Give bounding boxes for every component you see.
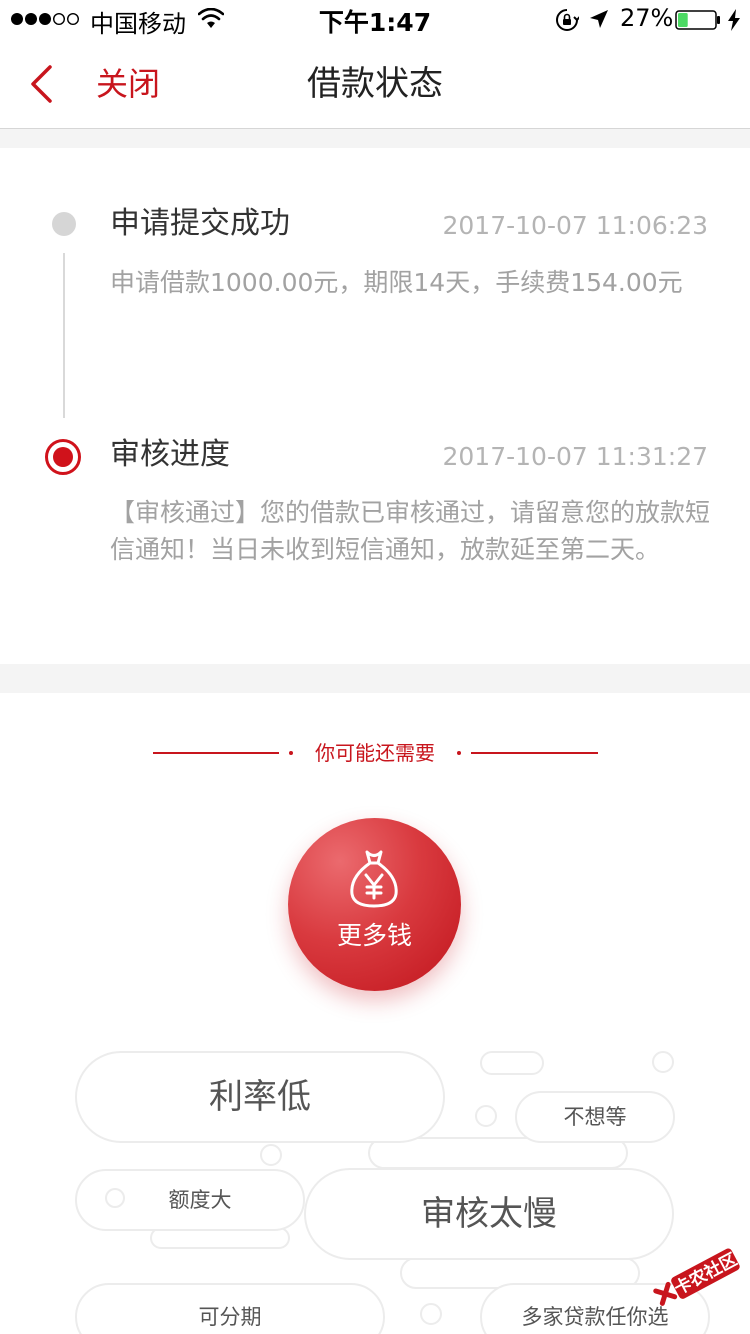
- battery-icon: [675, 10, 720, 30]
- recommend-section: 你可能还需要 更多钱 利率低 不想等 额度大 审核太慢 可分期 多家贷款任你选: [0, 693, 750, 1334]
- navigation-bar: 关闭 借款状态: [0, 40, 750, 129]
- page-title: 借款状态: [307, 64, 443, 104]
- loan-status-timeline: 申请提交成功 2017-10-07 11:06:23 申请借款1000.00元，…: [0, 148, 750, 664]
- timeline-dot-active: [45, 439, 81, 475]
- decor-bubble: [652, 1051, 674, 1073]
- decor-bubble: [475, 1105, 497, 1127]
- tag-no-waiting[interactable]: 不想等: [515, 1091, 675, 1143]
- more-money-label: 更多钱: [336, 921, 412, 950]
- timeline-step-time: 2017-10-07 11:06:23: [442, 211, 708, 240]
- community-watermark-logo: 卡农社区: [653, 1248, 741, 1306]
- decor-bubble: [105, 1188, 125, 1208]
- heading-divider-right: [471, 752, 598, 754]
- recommend-heading: 你可能还需要: [315, 741, 435, 765]
- charging-bolt-icon: [728, 9, 740, 31]
- timeline-step-description: 【审核通过】您的借款已审核通过，请留意您的放款短信通知！当日未收到短信通知，放款…: [110, 498, 711, 564]
- timeline-step-title: 审核进度: [110, 437, 230, 472]
- tag-low-interest[interactable]: 利率低: [75, 1051, 445, 1143]
- timeline-step-time: 2017-10-07 11:31:27: [442, 442, 708, 471]
- decor-bubble: [260, 1144, 282, 1166]
- decor-bubble: [480, 1051, 544, 1075]
- battery-percentage: 27%: [620, 4, 674, 32]
- heading-dot: [457, 751, 461, 755]
- timeline-connector: [63, 253, 65, 418]
- status-bar: 中国移动 下午1:47 27%: [0, 0, 750, 40]
- location-arrow-icon: [590, 10, 608, 28]
- money-bag-yuan-icon: [350, 850, 398, 908]
- timeline-step-description: 申请借款1000.00元，期限14天，手续费154.00元: [110, 268, 683, 297]
- timeline-dot-completed: [52, 212, 76, 236]
- decor-bubble: [420, 1303, 442, 1325]
- timeline-step-title: 申请提交成功: [110, 206, 290, 241]
- tag-review-too-slow[interactable]: 审核太慢: [304, 1168, 674, 1260]
- orientation-lock-icon: [556, 9, 579, 31]
- tag-installments[interactable]: 可分期: [75, 1283, 385, 1334]
- more-money-button[interactable]: 更多钱: [288, 818, 461, 991]
